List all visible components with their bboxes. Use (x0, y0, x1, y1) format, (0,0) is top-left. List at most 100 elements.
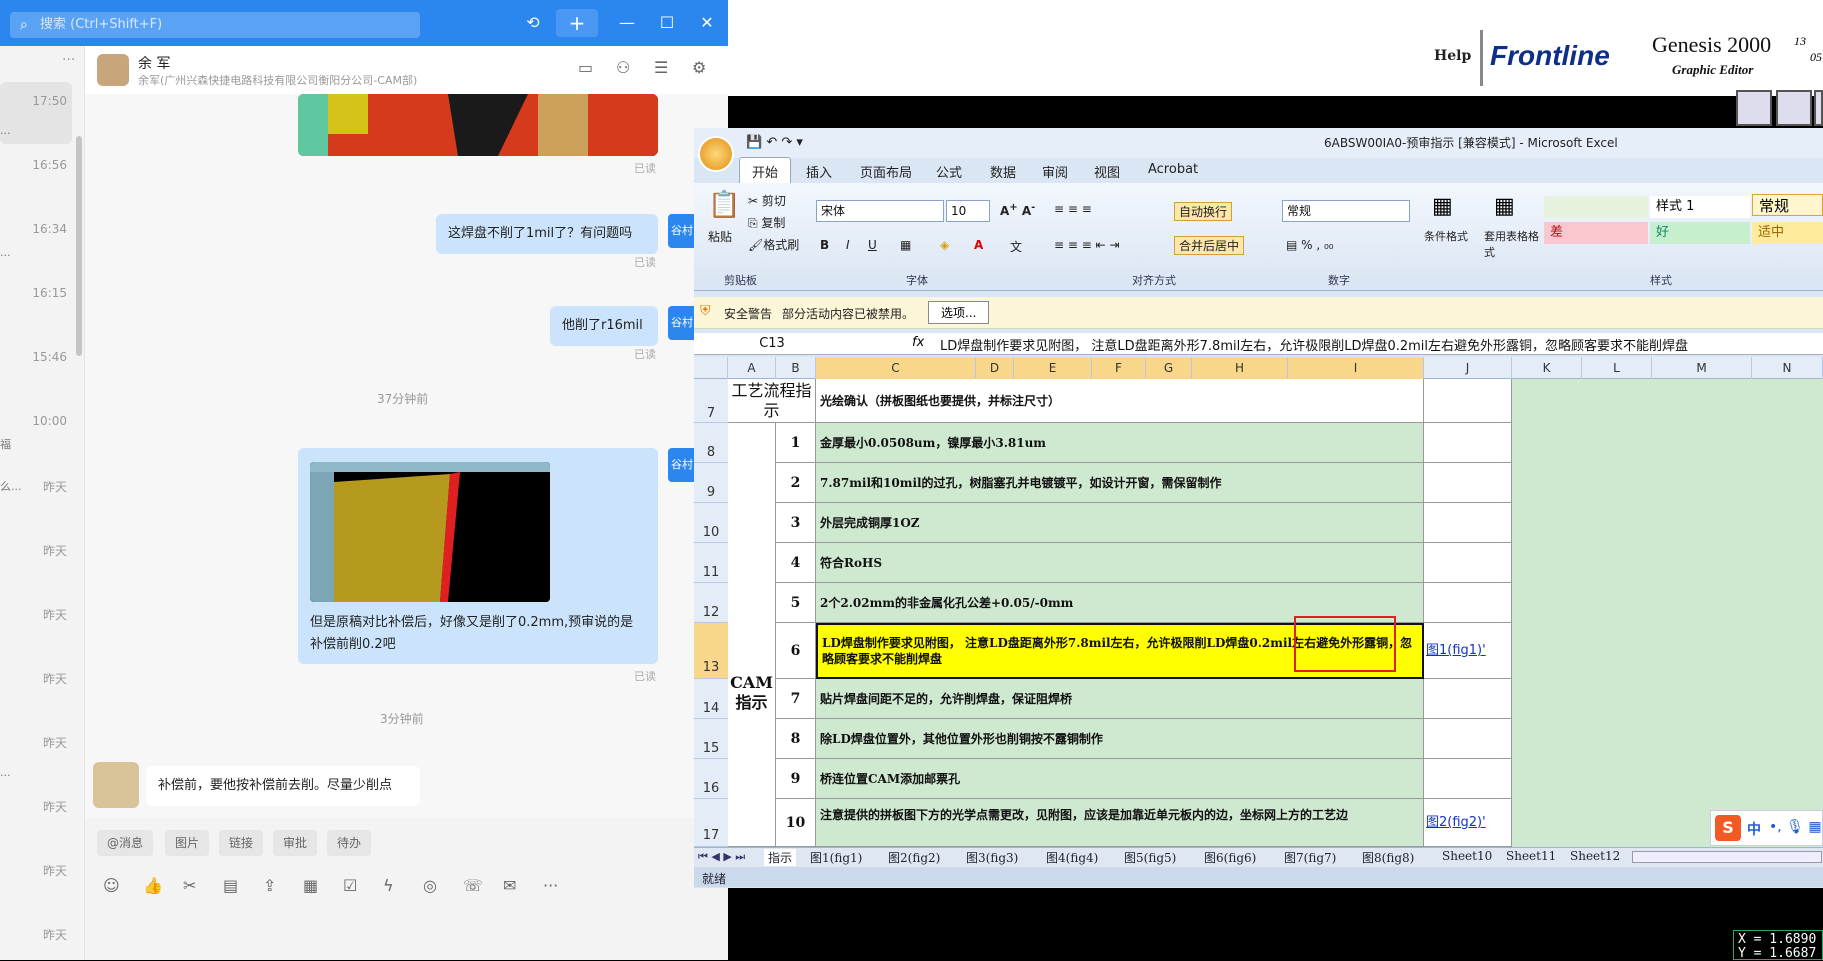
conditional-format-icon[interactable]: ▦ (1432, 194, 1453, 219)
row-header[interactable]: 12 (694, 583, 728, 623)
item-number[interactable]: 9 (776, 759, 816, 799)
tab-review[interactable]: 审阅 (1042, 162, 1068, 181)
column-header[interactable]: A (728, 357, 776, 379)
item-number[interactable]: 2 (776, 463, 816, 503)
maximize-button[interactable]: ☐ (652, 0, 682, 46)
sheet-tab[interactable]: 图1(fig1) (810, 849, 862, 866)
quick-approval-button[interactable]: 审批 (273, 830, 318, 856)
ime-icons[interactable]: •, 🎙 ▦ (1769, 819, 1822, 835)
currency-icon[interactable]: ▤ % , ₀₀ (1286, 238, 1334, 252)
instruction-cell[interactable]: 外层完成铜厚1OZ (816, 503, 1424, 543)
style-neutral[interactable]: 适中 (1752, 222, 1823, 244)
horizontal-scrollbar[interactable] (1632, 851, 1822, 863)
conditional-format-button[interactable]: 条件格式 (1424, 228, 1468, 244)
column-header[interactable]: N (1752, 357, 1823, 379)
select-all[interactable] (694, 357, 728, 379)
quick-access-icons[interactable]: 💾 ↶ ↷ ▾ (746, 128, 803, 158)
gear-icon[interactable]: ⚙ (692, 58, 706, 77)
tab-formulas[interactable]: 公式 (936, 162, 962, 181)
sheet-tab[interactable]: 图8(fig8) (1362, 849, 1414, 866)
link-cell[interactable] (1424, 463, 1512, 503)
column-header[interactable]: I (1288, 357, 1424, 379)
instruction-cell[interactable]: 符合RoHS (816, 543, 1424, 583)
instruction-cell[interactable]: 金厚最小0.0508um，镍厚最小3.81um (816, 423, 1424, 463)
quick-image-button[interactable]: 图片 (165, 830, 210, 856)
style-1[interactable]: 样式 1 (1650, 196, 1750, 218)
item-number[interactable]: 1 (776, 423, 816, 463)
import-icon[interactable] (1776, 90, 1812, 126)
message-bubble[interactable]: 补偿前，要他按补偿前去削。尽量少削点 (146, 766, 420, 806)
link-cell[interactable] (1424, 719, 1512, 759)
ime-toolbar[interactable]: S 中 •, 🎙 ▦ (1710, 810, 1823, 846)
font-color-icon[interactable]: A (974, 238, 983, 252)
row-header[interactable]: 10 (694, 503, 728, 543)
italic-button[interactable]: I (846, 238, 850, 252)
search-history-icon[interactable]: ☰ (654, 58, 668, 77)
help-menu[interactable]: Help (1434, 48, 1471, 64)
paste-button[interactable]: 粘贴 (708, 228, 732, 245)
item-number[interactable]: 8 (776, 719, 816, 759)
avatar[interactable] (97, 54, 129, 86)
instruction-cell[interactable]: 注意提供的拼板图下方的光学点需更改，见附图，应该是加靠近单元板内的边，坐标网上方… (816, 799, 1424, 847)
add-user-icon[interactable]: ⚇ (616, 58, 630, 77)
add-button[interactable]: + (556, 9, 598, 37)
column-header[interactable]: E (1014, 357, 1092, 379)
figure-link[interactable]: 图1(fig1)' (1424, 623, 1512, 679)
column-header[interactable]: L (1582, 357, 1652, 379)
message-image[interactable] (298, 94, 658, 156)
formula-input[interactable]: LD焊盘制作要求见附图， 注意LD盘距离外形7.8mil左右，允许极限削LD焊盘… (940, 335, 1688, 354)
column-header[interactable]: D (976, 357, 1014, 379)
tab-insert[interactable]: 插入 (806, 162, 832, 181)
font-select[interactable]: 宋体 (816, 200, 944, 222)
folder-icon[interactable]: ▭ (578, 58, 593, 77)
history-icon[interactable]: ⟲ (518, 0, 548, 46)
row-header[interactable]: 15 (694, 719, 728, 759)
wrap-text-button[interactable]: 自动换行 (1174, 202, 1233, 221)
column-header[interactable]: B (776, 357, 816, 379)
close-button[interactable]: ✕ (692, 0, 722, 46)
tab-acrobat[interactable]: Acrobat (1148, 162, 1198, 177)
row-header[interactable]: 9 (694, 463, 728, 503)
format-painter-button[interactable]: 🖌格式刷 (748, 236, 799, 253)
number-format-select[interactable]: 常规 (1282, 200, 1410, 222)
item-number[interactable]: 7 (776, 679, 816, 719)
row-header[interactable]: 13 (694, 623, 728, 679)
quick-todo-button[interactable]: 待办 (327, 830, 372, 856)
voice-icon[interactable]: ◎ (423, 876, 437, 895)
tab-data[interactable]: 数据 (990, 162, 1016, 181)
item-number[interactable]: 3 (776, 503, 816, 543)
style-good[interactable]: 好 (1650, 222, 1750, 244)
sheet-tab[interactable]: 图4(fig4) (1046, 849, 1098, 866)
name-box[interactable]: C13 (697, 335, 847, 353)
phone-icon[interactable]: ☏ (463, 876, 483, 895)
fill-color-icon[interactable]: ◈ (940, 238, 949, 252)
border-icon[interactable]: ▦ (900, 238, 911, 252)
side-avatar[interactable]: 谷村 (668, 306, 694, 340)
column-header[interactable]: K (1512, 357, 1582, 379)
figure-link[interactable]: 图2(fig2)' (1424, 799, 1512, 847)
table-format-button[interactable]: 套用表格格式 (1484, 228, 1540, 260)
column-header[interactable]: G (1146, 357, 1192, 379)
sheet-tab[interactable]: Sheet12 (1570, 849, 1620, 863)
note-icon[interactable]: ▤ (223, 876, 238, 895)
column-header[interactable]: C (816, 357, 976, 379)
link-cell[interactable] (1424, 543, 1512, 583)
scissors-icon[interactable]: ✂ (183, 876, 196, 895)
cell-row7[interactable]: 光绘确认（拼板图纸也要提供，并标注尺寸） (816, 379, 1424, 423)
side-avatar[interactable]: 谷村 (668, 214, 694, 248)
section-label[interactable]: CAM指示 (728, 423, 776, 847)
spreadsheet-grid[interactable]: 7 8 9 10 11 12 13 14 15 16 17 工艺流程指示 光绘确… (694, 379, 1823, 847)
link-cell[interactable] (1424, 759, 1512, 799)
avatar[interactable] (93, 762, 139, 808)
emoji-icon[interactable]: ☺ (103, 876, 120, 895)
sheet-tab[interactable]: 图6(fig6) (1204, 849, 1256, 866)
sheet-tab[interactable]: 图5(fig5) (1124, 849, 1176, 866)
fx-button[interactable]: fx (912, 335, 924, 350)
bold-button[interactable]: B (820, 238, 829, 252)
sheet-tab-active[interactable]: 指示 (764, 849, 797, 866)
grow-font-icon[interactable]: A+ A- (1000, 202, 1035, 218)
mail-icon[interactable]: ✉ (503, 876, 516, 895)
sheet-tab[interactable]: Sheet11 (1506, 849, 1556, 863)
tab-view[interactable]: 视图 (1094, 162, 1120, 181)
item-number[interactable]: 5 (776, 583, 816, 623)
